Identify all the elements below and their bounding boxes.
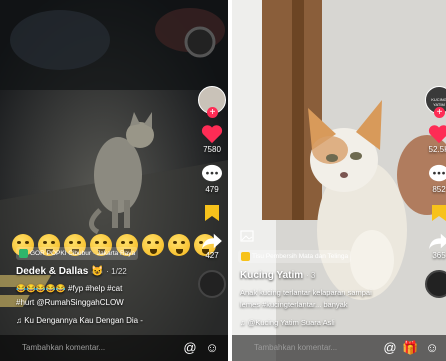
caption-line-2[interactable]: lemes #kucingterlantar... banyak <box>240 300 348 309</box>
gift-icon[interactable]: 🎁 <box>402 340 418 356</box>
product-label: Tisu Pembersih Mata dan Telinga <box>252 253 349 260</box>
author-name[interactable]: Dedek & Dallas 😺 · 1/22 <box>16 266 127 277</box>
shopping-bag-icon <box>241 252 250 261</box>
emoji-icon[interactable]: ☺ <box>204 340 220 356</box>
avatar[interactable]: KUCING YATIM + <box>425 86 446 118</box>
crying-face-icon <box>168 234 190 256</box>
like-count: 52.5K <box>428 145 446 154</box>
comment-input[interactable]: Tambahkan komentar... <box>254 343 337 352</box>
product-tag[interactable]: Tisu Pembersih Mata dan Telinga <box>238 250 352 263</box>
avatar[interactable]: + <box>198 86 226 118</box>
comment-icon[interactable] <box>428 164 446 184</box>
caption-line-1: Anak kucing terlantar kelaparan sampai <box>240 288 372 297</box>
music-disc-icon[interactable] <box>425 270 446 298</box>
music-disc-icon[interactable] <box>198 270 226 298</box>
bookmark-icon[interactable] <box>431 204 446 222</box>
like-count: 7580 <box>203 145 221 154</box>
right-video-panel[interactable]: KUCING YATIM + 52.5K 852 365 Tisu Pember… <box>232 0 446 361</box>
author-name-text: Dedek & Dallas <box>16 266 89 277</box>
poi-label: GOR POPKI Cibubur · Jakarta Raya <box>30 250 136 257</box>
crying-face-icon <box>142 234 164 256</box>
poi-tag[interactable]: GOR POPKI Cibubur · Jakarta Raya <box>16 247 139 260</box>
emoji-icon[interactable]: ☺ <box>424 340 440 356</box>
caption-line-1: 😂😂😂😂😂 #fyp #help #cat <box>16 284 123 293</box>
location-pin-icon <box>19 249 28 258</box>
music-label[interactable]: ♫ @Kucing Yatim Suara Asli <box>240 318 335 327</box>
follow-plus-icon[interactable]: + <box>434 107 445 118</box>
follow-plus-icon[interactable]: + <box>207 107 218 118</box>
bookmark-icon[interactable] <box>204 204 220 222</box>
music-label[interactable]: ♫ Ku Dengannya Kau Dengan Dia - <box>16 316 143 325</box>
share-icon[interactable] <box>428 232 446 250</box>
author-badge: 😺 <box>91 266 104 277</box>
time-ago: · 1/22 <box>106 267 127 276</box>
share-icon[interactable] <box>201 232 223 250</box>
share-count: 427 <box>205 251 219 260</box>
time-ago: · 3 <box>305 271 316 280</box>
left-video-panel[interactable]: GOR POPKI Cibubur · Jakarta Raya Dedek &… <box>0 0 228 361</box>
action-rail: + 7580 479 427 <box>198 86 226 298</box>
at-icon[interactable]: @ <box>182 340 198 356</box>
at-icon[interactable]: @ <box>382 340 398 356</box>
comment-count: 852 <box>432 185 446 194</box>
heart-icon[interactable] <box>201 124 223 144</box>
action-rail: KUCING YATIM + 52.5K 852 365 <box>425 86 446 298</box>
caption-line-2[interactable]: #hurt @RumahSinggahCLOW <box>16 298 124 307</box>
comment-bar: Tambahkan komentar... @ ☺ <box>0 335 228 361</box>
comment-icon[interactable] <box>201 164 223 184</box>
comment-bar: Tambahkan komentar... @ 🎁 ☺ <box>232 335 446 361</box>
comment-count: 479 <box>205 185 219 194</box>
heart-icon[interactable] <box>428 124 446 144</box>
avatar-label: KUCING YATIM <box>431 97 446 107</box>
picture-icon <box>240 230 254 242</box>
share-count: 365 <box>432 251 446 260</box>
author-name-text: Kucing Yatim <box>240 270 304 281</box>
comment-input[interactable]: Tambahkan komentar... <box>22 343 105 352</box>
author-name[interactable]: Kucing Yatim · 3 <box>240 270 315 281</box>
